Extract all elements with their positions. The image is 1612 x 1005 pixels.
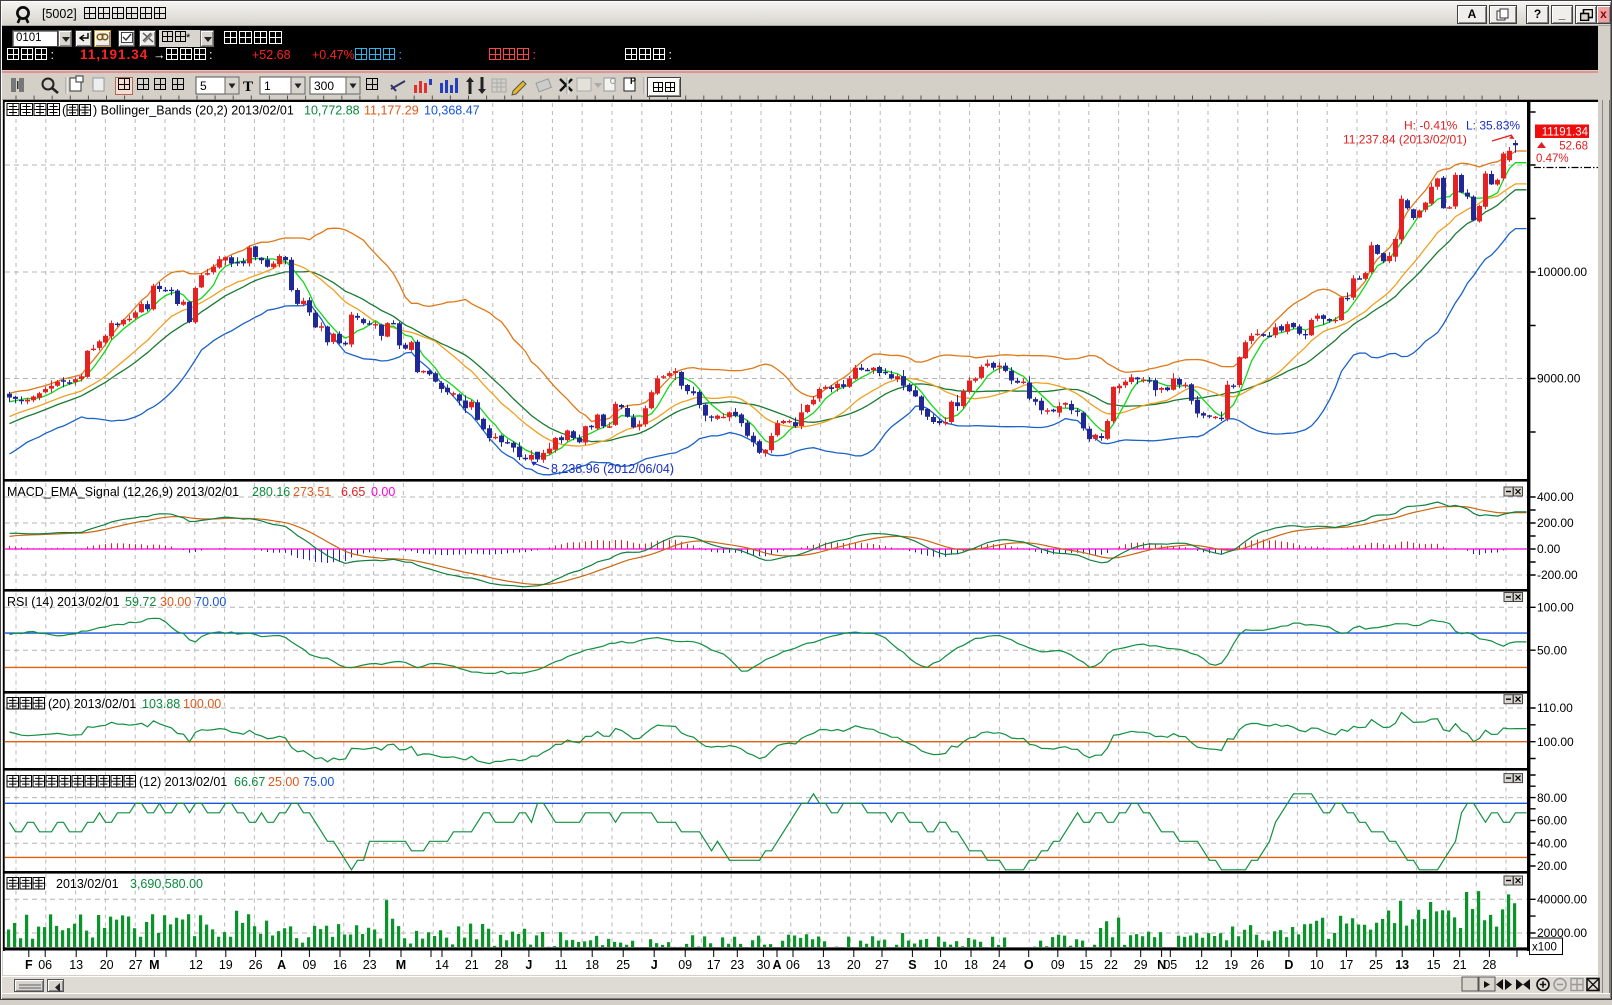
svg-text:20.00: 20.00	[1537, 859, 1567, 873]
svg-text:10,772.88: 10,772.88	[304, 104, 360, 118]
svg-text:05: 05	[1163, 958, 1177, 972]
svg-text:30.00: 30.00	[160, 595, 191, 609]
svg-text:30: 30	[756, 958, 770, 972]
svg-text:20: 20	[847, 958, 861, 972]
svg-text:16: 16	[333, 958, 347, 972]
svg-text:273.51: 273.51	[293, 485, 331, 499]
svg-text:17: 17	[707, 958, 721, 972]
svg-text:12: 12	[1195, 958, 1209, 972]
svg-text:J: J	[651, 958, 658, 972]
svg-text:19: 19	[219, 958, 233, 972]
svg-text:11,177.29: 11,177.29	[364, 104, 419, 118]
svg-text:(20) 2013/02/01: (20) 2013/02/01	[48, 697, 136, 711]
svg-text:M: M	[149, 958, 159, 972]
svg-text:100.00: 100.00	[183, 697, 221, 711]
svg-text:60.00: 60.00	[1537, 814, 1567, 828]
svg-text:200.00: 200.00	[1537, 516, 1574, 530]
svg-text:27: 27	[129, 958, 143, 972]
svg-text:6.65: 6.65	[341, 485, 365, 499]
svg-text:2013/02/01: 2013/02/01	[56, 877, 119, 891]
svg-text:280.16: 280.16	[252, 485, 290, 499]
svg-text:M: M	[396, 958, 406, 972]
svg-text:23: 23	[730, 958, 744, 972]
svg-text:F: F	[25, 958, 33, 972]
svg-text:3,690,580.00: 3,690,580.00	[130, 877, 203, 891]
svg-text:9000.00: 9000.00	[1537, 372, 1581, 386]
svg-text:23: 23	[363, 958, 377, 972]
svg-text:80.00: 80.00	[1537, 791, 1567, 805]
svg-text:H: -0.41%: H: -0.41%	[1404, 119, 1458, 133]
svg-text:28: 28	[1482, 958, 1496, 972]
svg-text:66.67: 66.67	[234, 775, 265, 789]
svg-text:28: 28	[495, 958, 509, 972]
svg-text:-200.00: -200.00	[1537, 568, 1578, 582]
svg-text:09: 09	[302, 958, 316, 972]
svg-text:09: 09	[678, 958, 692, 972]
svg-text:D: D	[1284, 958, 1293, 972]
svg-text:10000.00: 10000.00	[1537, 265, 1587, 279]
svg-text:25: 25	[616, 958, 630, 972]
svg-text:11,237.84 (2013/02/01): 11,237.84 (2013/02/01)	[1343, 133, 1467, 147]
svg-text:25.00: 25.00	[268, 775, 299, 789]
svg-text:13: 13	[69, 958, 83, 972]
svg-text:09: 09	[1051, 958, 1065, 972]
svg-text:0.00: 0.00	[1537, 542, 1561, 556]
svg-text:0.00: 0.00	[371, 485, 395, 499]
svg-text:10: 10	[934, 958, 948, 972]
svg-text:L: 35.83%: L: 35.83%	[1466, 119, 1520, 133]
svg-text:11191.34: 11191.34	[1542, 126, 1589, 138]
svg-text:40.00: 40.00	[1537, 836, 1567, 850]
svg-text:29: 29	[1134, 958, 1148, 972]
svg-text:11: 11	[555, 958, 568, 972]
svg-text:40000.00: 40000.00	[1537, 893, 1587, 907]
svg-text:10: 10	[1310, 958, 1324, 972]
svg-text:) Bollinger_Bands (20,2) 2013/: ) Bollinger_Bands (20,2) 2013/02/01	[93, 104, 294, 118]
svg-text:18: 18	[964, 958, 978, 972]
svg-text:50.00: 50.00	[1537, 643, 1567, 657]
svg-text:A: A	[772, 958, 781, 972]
svg-text:x100: x100	[1532, 942, 1557, 954]
svg-text:17: 17	[1339, 958, 1353, 972]
svg-text:J: J	[525, 958, 532, 972]
svg-text:52.68: 52.68	[1559, 141, 1588, 153]
svg-text:22: 22	[1104, 958, 1118, 972]
svg-text:21: 21	[1453, 958, 1467, 972]
svg-text:400.00: 400.00	[1537, 490, 1574, 504]
svg-text:19: 19	[1224, 958, 1238, 972]
svg-text:(12) 2013/02/01: (12) 2013/02/01	[139, 775, 227, 789]
svg-text:70.00: 70.00	[195, 595, 226, 609]
svg-text:A: A	[277, 958, 286, 972]
svg-text:20: 20	[100, 958, 114, 972]
svg-text:15: 15	[1079, 958, 1093, 972]
svg-text:103.88: 103.88	[142, 697, 180, 711]
svg-text:26: 26	[249, 958, 263, 972]
svg-text:59.72: 59.72	[125, 595, 156, 609]
svg-text:24: 24	[992, 958, 1006, 972]
svg-text:12: 12	[189, 958, 203, 972]
svg-text:MACD_EMA_Signal (12,26,9) 2013: MACD_EMA_Signal (12,26,9) 2013/02/01	[7, 485, 239, 499]
svg-text:27: 27	[875, 958, 889, 972]
svg-text:0.47%: 0.47%	[1536, 153, 1569, 165]
svg-text:100.00: 100.00	[1537, 601, 1574, 615]
svg-text:15: 15	[1427, 958, 1441, 972]
svg-text:14: 14	[435, 958, 449, 972]
svg-text:110.00: 110.00	[1537, 701, 1573, 715]
svg-text:O: O	[1024, 958, 1034, 972]
svg-text:06: 06	[786, 958, 800, 972]
svg-text:21: 21	[465, 958, 479, 972]
svg-text:06: 06	[38, 958, 52, 972]
svg-text:10,368.47: 10,368.47	[424, 104, 480, 118]
svg-text:13: 13	[816, 958, 830, 972]
svg-text:8,238.96 (2012/06/04): 8,238.96 (2012/06/04)	[551, 462, 674, 476]
svg-text:100.00: 100.00	[1537, 735, 1574, 749]
svg-text:18: 18	[585, 958, 599, 972]
svg-text:26: 26	[1251, 958, 1265, 972]
svg-text:75.00: 75.00	[303, 775, 334, 789]
svg-text:RSI (14) 2013/02/01: RSI (14) 2013/02/01	[7, 595, 120, 609]
svg-text:13: 13	[1395, 958, 1409, 972]
svg-text:25: 25	[1369, 958, 1383, 972]
svg-text:S: S	[908, 958, 916, 972]
